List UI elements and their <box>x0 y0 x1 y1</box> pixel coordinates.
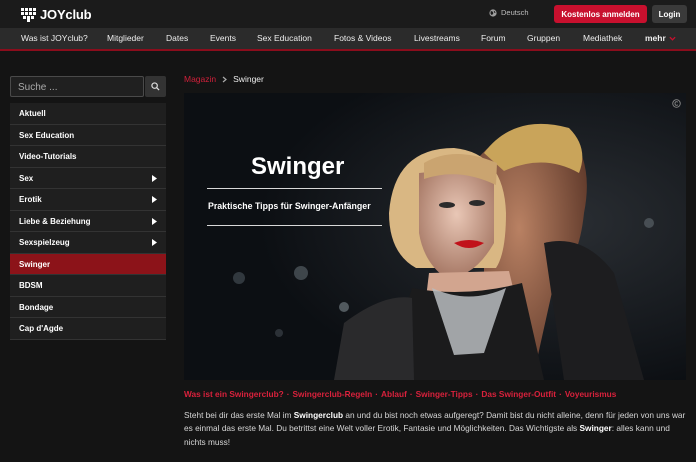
nav-item-sex-education[interactable]: Sex Education <box>257 28 312 49</box>
breadcrumb: Magazin Swinger <box>184 74 264 84</box>
logo-text: JOYclub <box>40 6 92 22</box>
sidebar-item-swinger[interactable]: Swinger <box>10 253 166 275</box>
link-separator: · <box>286 389 290 399</box>
section-link-swinger-tipps[interactable]: Swinger-Tipps <box>416 389 473 399</box>
nav-more-label: mehr <box>645 33 666 43</box>
section-links: Was ist ein Swingerclub? · Swingerclub-Reg… <box>184 389 616 399</box>
language-label: Deutsch <box>501 8 529 17</box>
breadcrumb-current: Swinger <box>233 74 264 84</box>
hero-image <box>184 93 686 380</box>
sidebar-item-label: BDSM <box>19 281 43 290</box>
sidebar-item-label: Bondage <box>19 302 54 312</box>
nav-item-mediathek[interactable]: Mediathek <box>583 28 622 49</box>
sidebar-item-sexspielzeug[interactable]: Sexspielzeug <box>10 232 166 254</box>
search-button[interactable] <box>145 76 166 97</box>
hero-divider <box>207 188 382 189</box>
search-icon <box>151 82 160 91</box>
sidebar-item-erotik[interactable]: Erotik <box>10 189 166 211</box>
sidebar-item-sex-education[interactable]: Sex Education <box>10 124 166 146</box>
hero-title: Swinger <box>251 153 345 180</box>
sidebar-item-label: Cap d'Agde <box>19 324 64 333</box>
nav-item-fotos-videos[interactable]: Fotos & Videos <box>334 28 392 49</box>
sidebar-item-label: Aktuell <box>19 109 46 118</box>
hero-banner: Swinger Praktische Tipps für Swinger-Anf… <box>184 93 686 380</box>
nav-item-mitglieder[interactable]: Mitglieder <box>107 28 144 49</box>
chevron-right-icon <box>222 76 228 82</box>
nav-item-events[interactable]: Events <box>210 28 236 49</box>
globe-icon <box>489 8 497 17</box>
language-selector[interactable]: Deutsch <box>489 8 529 17</box>
sidebar-item-label: Sex <box>19 173 34 183</box>
chevron-right-icon <box>152 196 157 203</box>
sidebar-item-liebe-beziehung[interactable]: Liebe & Beziehung <box>10 210 166 232</box>
register-button[interactable]: Kostenlos anmelden <box>554 5 647 23</box>
sidebar-item-label: Swinger <box>19 259 51 269</box>
sidebar-item-bdsm[interactable]: BDSM <box>10 275 166 297</box>
section-link-swinger-outfit[interactable]: Das Swinger-Outfit <box>481 389 556 399</box>
sidebar-item-video-tutorials[interactable]: Video-Tutorials <box>10 146 166 168</box>
link-separator: · <box>409 389 413 399</box>
heart-logo-icon <box>21 7 36 22</box>
hero-subtitle: Praktische Tipps für Swinger-Anfänger <box>208 201 371 211</box>
section-link-voyeurismus[interactable]: Voyeurismus <box>565 389 617 399</box>
joyclub-logo[interactable]: JOYclub <box>20 5 92 23</box>
section-link-ablauf[interactable]: Ablauf <box>381 389 407 399</box>
sidebar-item-label: Erotik <box>19 195 42 204</box>
sidebar-item-bondage[interactable]: Bondage <box>10 296 166 318</box>
sidebar-item-label: Video-Tutorials <box>19 152 77 161</box>
search-input[interactable] <box>11 78 143 97</box>
sidebar-item-aktuell[interactable]: Aktuell <box>10 103 166 125</box>
sidebar-menu: Aktuell Sex Education Video-Tutorials Se… <box>10 103 166 340</box>
intro-bold-term: Swinger <box>579 423 612 434</box>
chevron-right-icon <box>152 239 157 246</box>
hero-divider <box>207 225 382 226</box>
sidebar-item-label: Liebe & Beziehung <box>19 216 91 226</box>
nav-item-gruppen[interactable]: Gruppen <box>527 28 560 49</box>
link-separator: · <box>375 389 379 399</box>
chevron-down-icon <box>669 36 676 41</box>
sidebar-item-label: Sexspielzeug <box>19 238 70 247</box>
intro-text: Steht bei dir das erste Mal im <box>184 410 294 420</box>
link-separator: · <box>559 389 562 399</box>
intro-paragraph: Steht bei dir das erste Mal im Swingercl… <box>184 409 689 449</box>
link-separator: · <box>475 389 479 399</box>
intro-bold-term: Swingerclub <box>293 410 344 420</box>
login-button[interactable]: Login <box>652 5 687 23</box>
nav-item-dates[interactable]: Dates <box>166 28 188 49</box>
nav-item-livestreams[interactable]: Livestreams <box>414 28 460 49</box>
sidebar-item-sex[interactable]: Sex <box>10 167 166 189</box>
copyright-icon[interactable] <box>672 99 681 108</box>
section-link-was-ist-ein-swingerclub[interactable]: Was ist ein Swingerclub? <box>184 389 284 399</box>
nav-item-forum[interactable]: Forum <box>481 28 506 49</box>
nav-item-was-ist-joyclub[interactable]: Was ist JOYclub? <box>21 28 88 49</box>
section-link-swingerclub-regeln[interactable]: Swingerclub-Regeln <box>293 389 373 399</box>
top-bar: JOYclub Deutsch Kostenlos anmelden Login <box>0 0 696 28</box>
search-field[interactable] <box>10 76 144 97</box>
chevron-right-icon <box>152 174 157 182</box>
sidebar-item-cap-dagde[interactable]: Cap d'Agde <box>10 318 166 340</box>
sidebar-item-label: Sex Education <box>19 130 75 140</box>
main-navigation: Was ist JOYclub? Mitglieder Dates Events… <box>0 28 696 51</box>
breadcrumb-link-magazin[interactable]: Magazin <box>184 74 216 84</box>
nav-more-menu[interactable]: mehr <box>645 28 676 49</box>
chevron-right-icon <box>152 217 157 225</box>
